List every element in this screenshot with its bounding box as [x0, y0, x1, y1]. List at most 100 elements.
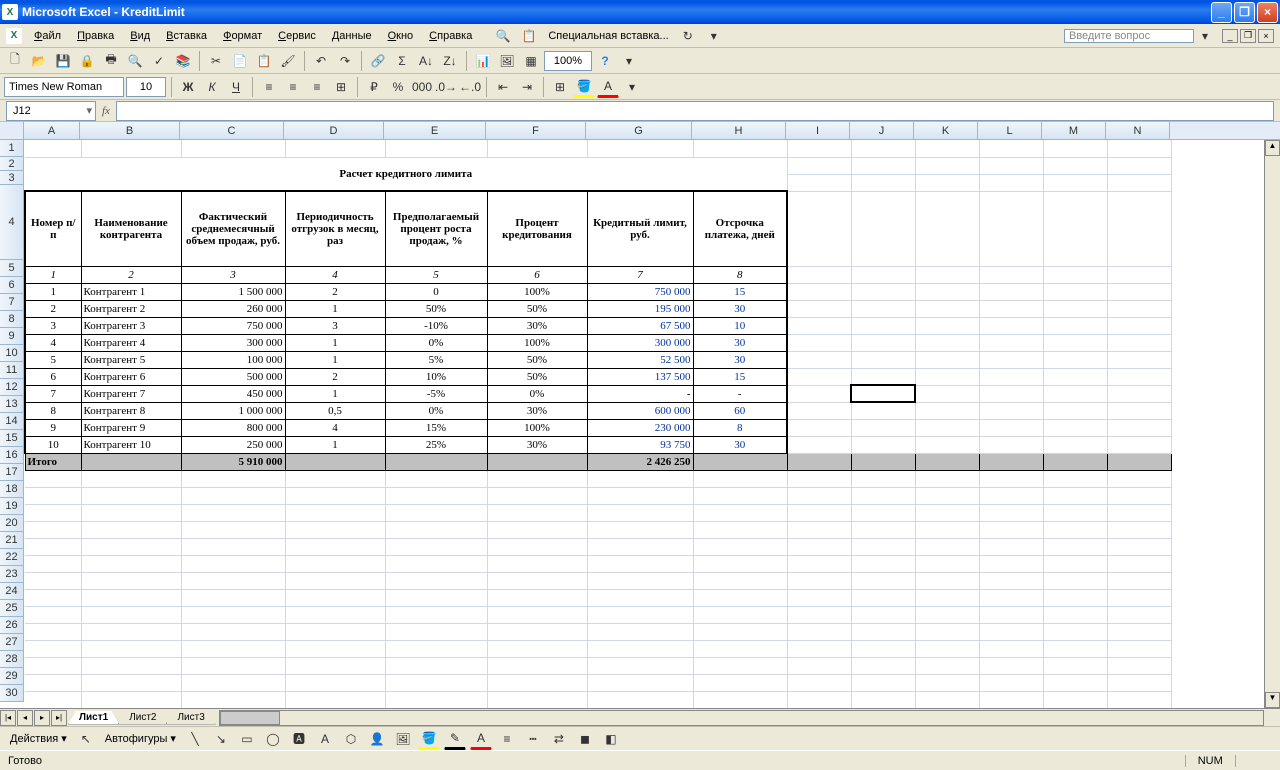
cell-N9[interactable] — [1107, 334, 1171, 351]
row-header-4[interactable]: 4 — [0, 185, 24, 260]
cell-G27[interactable] — [587, 640, 693, 657]
cell-H22[interactable] — [693, 555, 787, 572]
cell-G30[interactable] — [587, 691, 693, 708]
cell-D13[interactable]: 0,5 — [285, 402, 385, 419]
decrease-decimal-icon[interactable]: ←.0 — [459, 76, 481, 98]
cell-N3[interactable] — [1107, 174, 1171, 191]
col-header-H[interactable]: H — [692, 122, 786, 140]
col-header-D[interactable]: D — [284, 122, 384, 140]
cell-J8[interactable] — [851, 317, 915, 334]
tab-next-icon[interactable]: ▸ — [34, 710, 50, 726]
row-header-14[interactable]: 14 — [0, 413, 24, 430]
cell-K30[interactable] — [915, 691, 979, 708]
cell-D26[interactable] — [285, 623, 385, 640]
cell-L18[interactable] — [979, 487, 1043, 504]
cell-L21[interactable] — [979, 538, 1043, 555]
cell-H21[interactable] — [693, 538, 787, 555]
cell-H20[interactable] — [693, 521, 787, 538]
cell-D23[interactable] — [285, 572, 385, 589]
undo-icon[interactable]: ↶ — [310, 50, 332, 72]
cell-G13[interactable]: 600 000 — [587, 402, 693, 419]
col-header-J[interactable]: J — [850, 122, 914, 140]
cell-H19[interactable] — [693, 504, 787, 521]
cell-N1[interactable] — [1107, 140, 1171, 157]
minimize-button[interactable]: _ — [1211, 2, 1232, 23]
increase-decimal-icon[interactable]: .0→ — [435, 76, 457, 98]
cell-L16[interactable] — [979, 453, 1043, 470]
cell-F1[interactable] — [487, 140, 587, 157]
cell-I9[interactable] — [787, 334, 851, 351]
cell-L26[interactable] — [979, 623, 1043, 640]
cell-C20[interactable] — [181, 521, 285, 538]
col-header-I[interactable]: I — [786, 122, 850, 140]
cell-E10[interactable]: 5% — [385, 351, 487, 368]
dash-style-icon[interactable]: ┅ — [522, 728, 544, 750]
cell-L1[interactable] — [979, 140, 1043, 157]
cell-D5[interactable]: 4 — [285, 266, 385, 283]
cell-K15[interactable] — [915, 436, 979, 453]
row-header-30[interactable]: 30 — [0, 685, 24, 702]
cell-I12[interactable] — [787, 385, 851, 402]
cell-M9[interactable] — [1043, 334, 1107, 351]
row-header-21[interactable]: 21 — [0, 532, 24, 549]
row-header-23[interactable]: 23 — [0, 566, 24, 583]
cell-F30[interactable] — [487, 691, 587, 708]
cell-C25[interactable] — [181, 606, 285, 623]
cell-F21[interactable] — [487, 538, 587, 555]
cell-D22[interactable] — [285, 555, 385, 572]
cell-E28[interactable] — [385, 657, 487, 674]
cell-I3[interactable] — [787, 174, 851, 191]
cell-B1[interactable] — [81, 140, 181, 157]
col-header-G[interactable]: G — [586, 122, 692, 140]
cell-A12[interactable]: 7 — [25, 385, 81, 402]
row-header-5[interactable]: 5 — [0, 260, 24, 277]
new-icon[interactable]: 🗋 — [4, 50, 26, 72]
cell-I21[interactable] — [787, 538, 851, 555]
cell-I30[interactable] — [787, 691, 851, 708]
cell-N23[interactable] — [1107, 572, 1171, 589]
cell-N27[interactable] — [1107, 640, 1171, 657]
spell-icon[interactable]: ✓ — [148, 50, 170, 72]
cell-K14[interactable] — [915, 419, 979, 436]
cell-E1[interactable] — [385, 140, 487, 157]
cell-A14[interactable]: 9 — [25, 419, 81, 436]
row-header-22[interactable]: 22 — [0, 549, 24, 566]
cell-M26[interactable] — [1043, 623, 1107, 640]
cell-M16[interactable] — [1043, 453, 1107, 470]
cell-M7[interactable] — [1043, 300, 1107, 317]
cell-E15[interactable]: 25% — [385, 436, 487, 453]
cell-J9[interactable] — [851, 334, 915, 351]
cell-N5[interactable] — [1107, 266, 1171, 283]
cell-E20[interactable] — [385, 521, 487, 538]
menu-окно[interactable]: Окно — [380, 28, 422, 44]
cell-L9[interactable] — [979, 334, 1043, 351]
cell-K4[interactable] — [915, 191, 979, 266]
cell-F4[interactable]: Процент кредитования — [487, 191, 587, 266]
comma-icon[interactable]: 000 — [411, 76, 433, 98]
cell-L30[interactable] — [979, 691, 1043, 708]
bold-icon[interactable]: Ж — [177, 76, 199, 98]
cell-A15[interactable]: 10 — [25, 436, 81, 453]
cell-H9[interactable]: 30 — [693, 334, 787, 351]
cell-L11[interactable] — [979, 368, 1043, 385]
cell-H30[interactable] — [693, 691, 787, 708]
find-icon[interactable]: 🔍 — [492, 25, 514, 47]
cell-N7[interactable] — [1107, 300, 1171, 317]
cell-M19[interactable] — [1043, 504, 1107, 521]
cell-H18[interactable] — [693, 487, 787, 504]
cell-I2[interactable] — [787, 157, 851, 174]
cell-B19[interactable] — [81, 504, 181, 521]
cell-C12[interactable]: 450 000 — [181, 385, 285, 402]
cell-A4[interactable]: Номер п/п — [25, 191, 81, 266]
cell-B15[interactable]: Контрагент 10 — [81, 436, 181, 453]
arrow-style-icon[interactable]: ⇄ — [548, 728, 570, 750]
row-header-29[interactable]: 29 — [0, 668, 24, 685]
menu-вид[interactable]: Вид — [122, 28, 158, 44]
cell-N24[interactable] — [1107, 589, 1171, 606]
cell-E24[interactable] — [385, 589, 487, 606]
toolbar-options2-icon[interactable]: ▾ — [621, 76, 643, 98]
cell-G6[interactable]: 750 000 — [587, 283, 693, 300]
cell-D8[interactable]: 3 — [285, 317, 385, 334]
cell-B12[interactable]: Контрагент 7 — [81, 385, 181, 402]
cell-F16[interactable] — [487, 453, 587, 470]
